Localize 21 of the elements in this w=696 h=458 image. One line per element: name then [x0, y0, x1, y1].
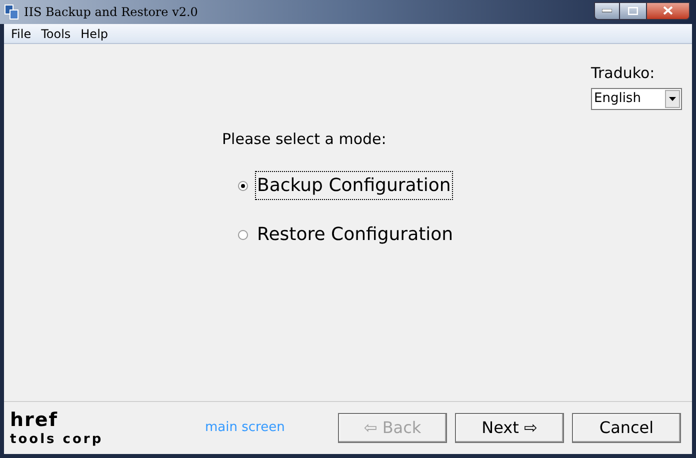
minimize-icon	[602, 8, 612, 12]
dropdown-arrow-icon	[669, 96, 676, 100]
wizard-button[interactable]: Next ⇨	[455, 413, 564, 443]
maximize-button[interactable]	[620, 2, 646, 20]
menu-item[interactable]: File	[7, 24, 36, 42]
close-button[interactable]	[646, 2, 690, 20]
mode-radio[interactable]: Restore Configuration	[238, 221, 692, 248]
language-label: Traduko:	[591, 63, 655, 84]
language-dropdown[interactable]: English	[591, 88, 682, 110]
menu-item[interactable]: Help	[76, 24, 112, 42]
close-icon	[663, 6, 673, 15]
mode-radio[interactable]: Backup Configuration	[238, 172, 692, 199]
minimize-button[interactable]	[594, 2, 620, 20]
logo-text: tools corp	[10, 432, 104, 446]
logo-text: href	[10, 410, 60, 430]
menu-item[interactable]: Tools	[37, 24, 75, 42]
window-title: IIS Backup and Restore v2.0	[24, 4, 198, 21]
app-icon	[4, 4, 20, 20]
wizard-button[interactable]: Cancel	[572, 413, 681, 443]
maximize-icon	[628, 6, 638, 14]
mode-prompt: Please select a mode:	[222, 128, 388, 150]
